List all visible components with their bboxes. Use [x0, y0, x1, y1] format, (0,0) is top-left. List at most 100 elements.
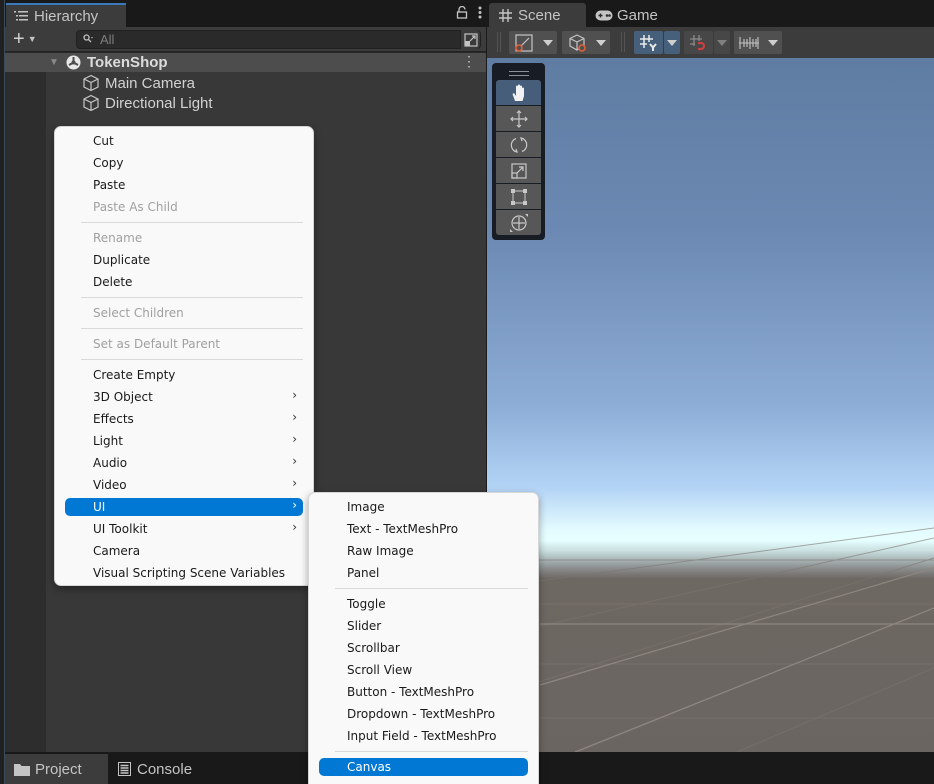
menu-item-camera[interactable]: Camera: [65, 542, 303, 560]
create-button[interactable]: + ▼: [13, 29, 37, 49]
shading-mode-dropdown[interactable]: [562, 31, 610, 54]
menu-item-video[interactable]: Video ›: [65, 476, 303, 494]
menu-item-label: Select Children: [93, 306, 184, 320]
scene-more-icon[interactable]: ⋮: [462, 53, 476, 70]
menu-separator: [81, 296, 303, 298]
menu-item-label: Paste: [93, 178, 126, 192]
chevron-down-icon: [667, 39, 677, 46]
menu-item-toggle[interactable]: Toggle: [319, 595, 528, 613]
list-icon: [14, 9, 30, 23]
menu-item-label: UI: [93, 500, 106, 514]
menu-item-label: Canvas: [347, 760, 392, 774]
menu-item-audio[interactable]: Audio ›: [65, 454, 303, 472]
menu-item-dropdown-textmeshpro[interactable]: Dropdown - TextMeshPro: [319, 705, 528, 723]
menu-item-light[interactable]: Light ›: [65, 432, 303, 450]
grid-icon: [499, 8, 512, 22]
menu-item-label: Button - TextMeshPro: [347, 685, 475, 699]
menu-item-ui[interactable]: UI ›: [65, 498, 303, 516]
menu-item-scroll-view[interactable]: Scroll View: [319, 661, 528, 679]
draw-mode-dropdown[interactable]: [509, 31, 557, 54]
menu-item-canvas[interactable]: Canvas: [319, 758, 528, 776]
menu-item-label: Raw Image: [347, 544, 414, 558]
menu-item-paste[interactable]: Paste: [65, 176, 303, 194]
menu-item-visual-scripting-scene-variables[interactable]: Visual Scripting Scene Variables: [65, 564, 303, 582]
hierarchy-search-input[interactable]: All: [76, 30, 481, 49]
expand-triangle-icon[interactable]: ▼: [49, 57, 59, 68]
move-icon: [509, 109, 528, 128]
menu-item-cut[interactable]: Cut: [65, 132, 303, 150]
tab-scene[interactable]: Scene: [489, 3, 586, 27]
menu-item-delete[interactable]: Delete: [65, 273, 303, 291]
toolbar-grip[interactable]: [497, 32, 501, 52]
menu-item-input-field-textmeshpro[interactable]: Input Field - TextMeshPro: [319, 727, 528, 745]
tab-console[interactable]: Console: [118, 754, 192, 784]
menu-item-effects[interactable]: Effects ›: [65, 410, 303, 428]
menu-item-3d-object[interactable]: 3D Object ›: [65, 388, 303, 406]
menu-item-label: Slider: [347, 619, 382, 633]
increment-snap-dropdown[interactable]: [714, 31, 730, 54]
gameobject-row[interactable]: Directional Light: [82, 93, 213, 113]
menu-item-slider[interactable]: Slider: [319, 617, 528, 635]
gameobject-row[interactable]: Main Camera: [82, 73, 195, 93]
menu-item-panel[interactable]: Panel: [319, 564, 528, 582]
tools-overlay: [492, 63, 545, 240]
menu-item-set-as-default-parent: Set as Default Parent: [65, 335, 303, 353]
menu-item-button-textmeshpro[interactable]: Button - TextMeshPro: [319, 683, 528, 701]
tab-scene-label: Scene: [518, 6, 561, 24]
scale-tool-button[interactable]: [496, 158, 541, 183]
increment-snap-toggle[interactable]: [684, 31, 713, 54]
menu-item-label: Light: [93, 434, 123, 448]
transform-tool-button[interactable]: [496, 210, 541, 235]
tab-hierarchy[interactable]: Hierarchy: [6, 3, 126, 27]
menu-item-label: 3D Object: [93, 390, 153, 404]
scene-viewport[interactable]: [487, 58, 934, 752]
gameobject-cube-icon: [83, 74, 99, 92]
scene-row[interactable]: ▼ TokenShop ⋮: [5, 53, 486, 72]
toolbar-grip[interactable]: [621, 32, 625, 52]
menu-item-label: Delete: [93, 275, 133, 289]
menu-separator: [335, 587, 528, 589]
rect-tool-button[interactable]: [496, 184, 541, 209]
hierarchy-context-menu: Cut Copy Paste Paste As Child Rename Duplicat…: [54, 126, 314, 586]
scene-toolbar: [487, 27, 934, 58]
menu-item-label: Copy: [93, 156, 124, 170]
chevron-right-icon: ›: [292, 432, 297, 446]
menu-item-text-textmeshpro[interactable]: Text - TextMeshPro: [319, 520, 528, 538]
menu-item-scrollbar[interactable]: Scrollbar: [319, 639, 528, 657]
grid-snap-icon: [639, 34, 657, 51]
grid-snap-dropdown[interactable]: [664, 31, 680, 54]
tab-game[interactable]: Game: [595, 3, 658, 27]
lock-icon[interactable]: [456, 5, 468, 22]
menu-item-image[interactable]: Image: [319, 498, 528, 516]
hierarchy-tabbar: Hierarchy: [5, 0, 486, 27]
menu-item-label: Panel: [347, 566, 380, 580]
ruler-dropdown[interactable]: [734, 31, 782, 54]
menu-item-duplicate[interactable]: Duplicate: [65, 251, 303, 269]
menu-separator: [81, 358, 303, 360]
menu-separator: [81, 327, 303, 329]
menu-item-raw-image[interactable]: Raw Image: [319, 542, 528, 560]
overlay-drag-handle[interactable]: [496, 66, 541, 80]
menu-item-copy[interactable]: Copy: [65, 154, 303, 172]
search-icon: [83, 33, 94, 46]
menu-item-ui-toolkit[interactable]: UI Toolkit ›: [65, 520, 303, 538]
hand-tool-button[interactable]: [496, 80, 541, 105]
tab-project[interactable]: Project: [5, 754, 108, 784]
folder-icon: [14, 763, 30, 776]
menu-item-label: Camera: [93, 544, 141, 558]
menu-item-create-empty[interactable]: Create Empty: [65, 366, 303, 384]
menu-item-label: Create Empty: [93, 368, 176, 382]
scene-name: TokenShop: [87, 54, 168, 71]
draw-mode-icon: [514, 33, 533, 52]
move-tool-button[interactable]: [496, 106, 541, 131]
menu-item-label: Scroll View: [347, 663, 413, 677]
menu-item-label: Text - TextMeshPro: [347, 522, 459, 536]
more-options-icon[interactable]: [478, 6, 482, 22]
menu-item-select-children: Select Children: [65, 304, 303, 322]
menu-item-label: Duplicate: [93, 253, 151, 267]
magnet-snap-icon: [689, 34, 705, 50]
chevron-right-icon: ›: [292, 520, 297, 534]
rotate-tool-button[interactable]: [496, 132, 541, 157]
grid-snap-toggle[interactable]: [634, 31, 663, 54]
open-search-window-icon[interactable]: [460, 30, 480, 49]
